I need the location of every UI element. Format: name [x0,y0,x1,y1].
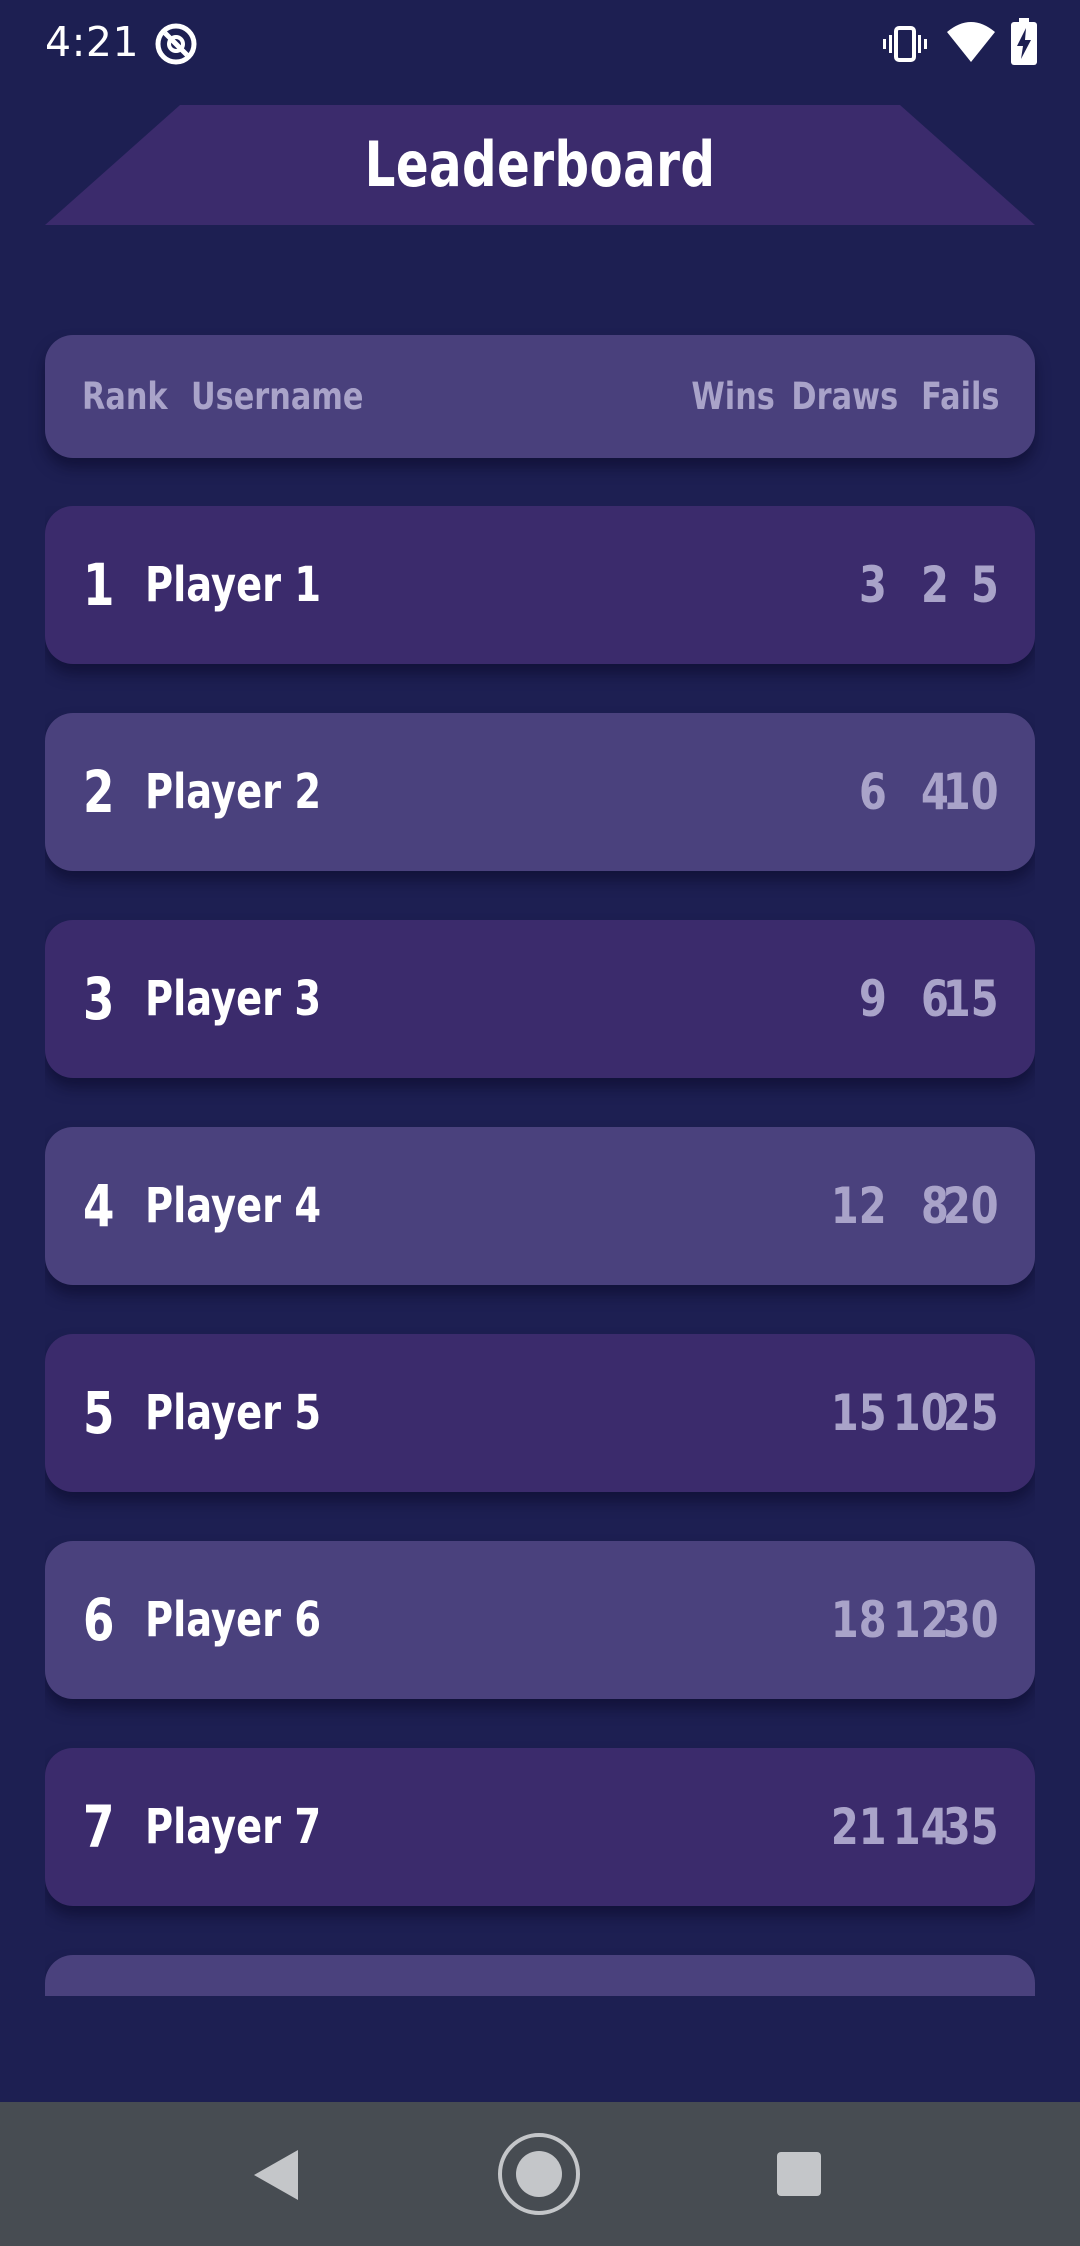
row-wins: 12 [831,1177,887,1235]
row-fails: 20 [943,1177,999,1235]
dnd-icon [155,23,197,65]
column-header-draws: Draws [791,375,898,418]
column-header-username: Username [191,375,364,418]
battery-charging-icon [1011,18,1037,65]
leaderboard-row: 7 Player 7 21 14 35 [45,1748,1035,1906]
row-draws: 12 [893,1591,949,1649]
leaderboard-row: 1 Player 1 3 2 5 [45,506,1035,664]
row-rank: 2 [83,758,115,826]
row-wins: 9 [859,970,887,1028]
leaderboard-row: 4 Player 4 12 8 20 [45,1127,1035,1285]
wifi-icon [947,22,995,62]
row-username: Player 5 [145,1385,322,1441]
column-header-wins: Wins [691,375,775,418]
row-draws: 2 [921,556,949,614]
row-draws: 14 [893,1798,949,1856]
row-rank: 6 [83,1586,115,1654]
row-rank: 3 [83,965,115,1033]
row-wins: 15 [831,1384,887,1442]
leaderboard-row-partial [45,1955,1035,1996]
row-wins: 6 [859,763,887,821]
leaderboard-row: 3 Player 3 9 6 15 [45,920,1035,1078]
row-fails: 10 [943,763,999,821]
row-rank: 4 [83,1172,115,1240]
row-fails: 15 [943,970,999,1028]
page-title: Leaderboard [364,128,716,201]
row-wins: 21 [831,1798,887,1856]
page-header: Leaderboard [45,105,1035,225]
row-username: Player 1 [145,557,322,613]
back-icon[interactable] [252,2148,300,2202]
leaderboard-row: 2 Player 2 6 4 10 [45,713,1035,871]
row-username: Player 2 [145,764,322,820]
row-username: Player 4 [145,1178,322,1234]
row-fails: 5 [971,556,999,614]
row-wins: 18 [831,1591,887,1649]
status-time: 4:21 [45,18,140,66]
recents-icon[interactable] [775,2150,823,2198]
home-icon[interactable] [497,2132,581,2216]
row-username: Player 3 [145,971,322,1027]
row-rank: 1 [83,551,115,619]
leaderboard-row: 5 Player 5 15 10 25 [45,1334,1035,1492]
row-draws: 10 [893,1384,949,1442]
row-username: Player 7 [145,1799,322,1855]
row-rank: 7 [83,1793,115,1861]
column-header-rank: Rank [82,375,168,418]
table-header: Rank Username Wins Draws Fails [45,335,1035,458]
leaderboard-row: 6 Player 6 18 12 30 [45,1541,1035,1699]
row-fails: 30 [943,1591,999,1649]
row-wins: 3 [859,556,887,614]
vibrate-icon [883,26,927,62]
navigation-bar [0,2102,1080,2246]
row-rank: 5 [83,1379,115,1447]
column-header-fails: Fails [920,375,999,418]
leaderboard-list[interactable]: 1 Player 1 3 2 5 2 Player 2 6 4 10 3 Pla… [45,506,1035,1996]
status-bar: 4:21 [0,0,1080,88]
row-fails: 35 [943,1798,999,1856]
row-fails: 25 [943,1384,999,1442]
row-username: Player 6 [145,1592,322,1648]
